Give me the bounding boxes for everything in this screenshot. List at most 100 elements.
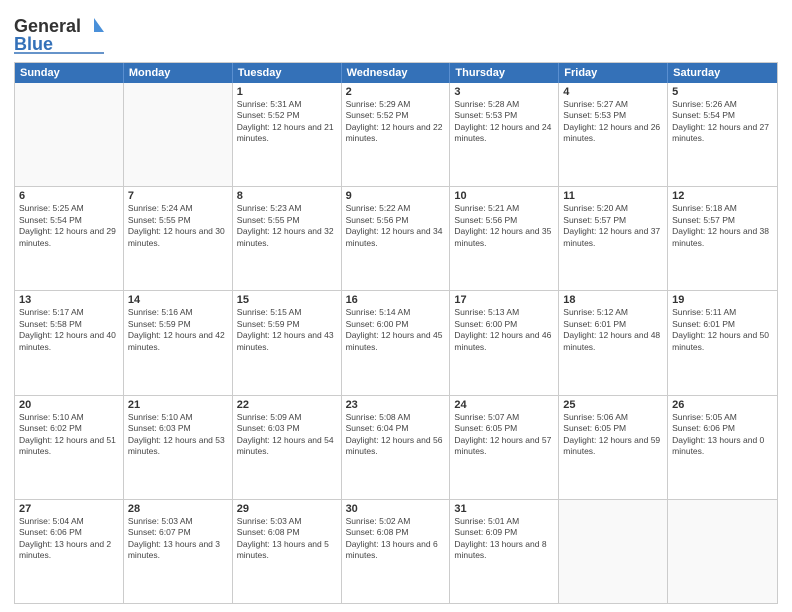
day-number: 20 [19, 399, 119, 411]
calendar-day-14: 14Sunrise: 5:16 AM Sunset: 5:59 PM Dayli… [124, 291, 233, 394]
day-info: Sunrise: 5:12 AM Sunset: 6:01 PM Dayligh… [563, 307, 663, 353]
calendar-header: SundayMondayTuesdayWednesdayThursdayFrid… [15, 63, 777, 83]
day-info: Sunrise: 5:27 AM Sunset: 5:53 PM Dayligh… [563, 99, 663, 145]
day-number: 9 [346, 190, 446, 202]
day-number: 25 [563, 399, 663, 411]
calendar: SundayMondayTuesdayWednesdayThursdayFrid… [14, 62, 778, 604]
header-day-friday: Friday [559, 63, 668, 83]
day-number: 21 [128, 399, 228, 411]
calendar-day-17: 17Sunrise: 5:13 AM Sunset: 6:00 PM Dayli… [450, 291, 559, 394]
calendar-day-empty [124, 83, 233, 186]
day-info: Sunrise: 5:29 AM Sunset: 5:52 PM Dayligh… [346, 99, 446, 145]
calendar-day-26: 26Sunrise: 5:05 AM Sunset: 6:06 PM Dayli… [668, 396, 777, 499]
day-number: 29 [237, 503, 337, 515]
header-day-sunday: Sunday [15, 63, 124, 83]
logo-svg: General Blue [14, 10, 104, 56]
day-info: Sunrise: 5:03 AM Sunset: 6:07 PM Dayligh… [128, 516, 228, 562]
day-number: 27 [19, 503, 119, 515]
calendar-day-20: 20Sunrise: 5:10 AM Sunset: 6:02 PM Dayli… [15, 396, 124, 499]
day-info: Sunrise: 5:18 AM Sunset: 5:57 PM Dayligh… [672, 203, 773, 249]
day-info: Sunrise: 5:17 AM Sunset: 5:58 PM Dayligh… [19, 307, 119, 353]
calendar-day-3: 3Sunrise: 5:28 AM Sunset: 5:53 PM Daylig… [450, 83, 559, 186]
calendar-day-11: 11Sunrise: 5:20 AM Sunset: 5:57 PM Dayli… [559, 187, 668, 290]
day-info: Sunrise: 5:26 AM Sunset: 5:54 PM Dayligh… [672, 99, 773, 145]
day-info: Sunrise: 5:16 AM Sunset: 5:59 PM Dayligh… [128, 307, 228, 353]
day-info: Sunrise: 5:10 AM Sunset: 6:03 PM Dayligh… [128, 412, 228, 458]
calendar-day-7: 7Sunrise: 5:24 AM Sunset: 5:55 PM Daylig… [124, 187, 233, 290]
day-number: 4 [563, 86, 663, 98]
day-number: 10 [454, 190, 554, 202]
calendar-day-25: 25Sunrise: 5:06 AM Sunset: 6:05 PM Dayli… [559, 396, 668, 499]
calendar-week-3: 13Sunrise: 5:17 AM Sunset: 5:58 PM Dayli… [15, 290, 777, 394]
day-number: 15 [237, 294, 337, 306]
day-info: Sunrise: 5:09 AM Sunset: 6:03 PM Dayligh… [237, 412, 337, 458]
calendar-day-15: 15Sunrise: 5:15 AM Sunset: 5:59 PM Dayli… [233, 291, 342, 394]
header-day-thursday: Thursday [450, 63, 559, 83]
page: General Blue SundayMondayTuesdayWednesda… [0, 0, 792, 612]
day-number: 31 [454, 503, 554, 515]
day-number: 6 [19, 190, 119, 202]
day-number: 8 [237, 190, 337, 202]
calendar-day-29: 29Sunrise: 5:03 AM Sunset: 6:08 PM Dayli… [233, 500, 342, 603]
day-info: Sunrise: 5:13 AM Sunset: 6:00 PM Dayligh… [454, 307, 554, 353]
day-info: Sunrise: 5:11 AM Sunset: 6:01 PM Dayligh… [672, 307, 773, 353]
day-number: 24 [454, 399, 554, 411]
day-number: 18 [563, 294, 663, 306]
calendar-day-6: 6Sunrise: 5:25 AM Sunset: 5:54 PM Daylig… [15, 187, 124, 290]
calendar-day-empty [559, 500, 668, 603]
day-number: 22 [237, 399, 337, 411]
day-info: Sunrise: 5:24 AM Sunset: 5:55 PM Dayligh… [128, 203, 228, 249]
day-info: Sunrise: 5:06 AM Sunset: 6:05 PM Dayligh… [563, 412, 663, 458]
day-number: 2 [346, 86, 446, 98]
calendar-day-5: 5Sunrise: 5:26 AM Sunset: 5:54 PM Daylig… [668, 83, 777, 186]
calendar-day-10: 10Sunrise: 5:21 AM Sunset: 5:56 PM Dayli… [450, 187, 559, 290]
day-number: 13 [19, 294, 119, 306]
svg-text:General: General [14, 16, 81, 36]
calendar-day-31: 31Sunrise: 5:01 AM Sunset: 6:09 PM Dayli… [450, 500, 559, 603]
calendar-day-28: 28Sunrise: 5:03 AM Sunset: 6:07 PM Dayli… [124, 500, 233, 603]
day-number: 7 [128, 190, 228, 202]
calendar-day-22: 22Sunrise: 5:09 AM Sunset: 6:03 PM Dayli… [233, 396, 342, 499]
calendar-day-12: 12Sunrise: 5:18 AM Sunset: 5:57 PM Dayli… [668, 187, 777, 290]
calendar-week-1: 1Sunrise: 5:31 AM Sunset: 5:52 PM Daylig… [15, 83, 777, 186]
calendar-body: 1Sunrise: 5:31 AM Sunset: 5:52 PM Daylig… [15, 83, 777, 603]
day-number: 28 [128, 503, 228, 515]
calendar-day-13: 13Sunrise: 5:17 AM Sunset: 5:58 PM Dayli… [15, 291, 124, 394]
day-info: Sunrise: 5:28 AM Sunset: 5:53 PM Dayligh… [454, 99, 554, 145]
day-info: Sunrise: 5:02 AM Sunset: 6:08 PM Dayligh… [346, 516, 446, 562]
calendar-day-4: 4Sunrise: 5:27 AM Sunset: 5:53 PM Daylig… [559, 83, 668, 186]
day-info: Sunrise: 5:10 AM Sunset: 6:02 PM Dayligh… [19, 412, 119, 458]
day-number: 30 [346, 503, 446, 515]
calendar-week-4: 20Sunrise: 5:10 AM Sunset: 6:02 PM Dayli… [15, 395, 777, 499]
calendar-day-empty [15, 83, 124, 186]
day-info: Sunrise: 5:01 AM Sunset: 6:09 PM Dayligh… [454, 516, 554, 562]
header: General Blue [14, 10, 778, 56]
day-number: 26 [672, 399, 773, 411]
day-number: 1 [237, 86, 337, 98]
calendar-day-24: 24Sunrise: 5:07 AM Sunset: 6:05 PM Dayli… [450, 396, 559, 499]
day-number: 16 [346, 294, 446, 306]
day-info: Sunrise: 5:05 AM Sunset: 6:06 PM Dayligh… [672, 412, 773, 458]
day-info: Sunrise: 5:14 AM Sunset: 6:00 PM Dayligh… [346, 307, 446, 353]
day-info: Sunrise: 5:15 AM Sunset: 5:59 PM Dayligh… [237, 307, 337, 353]
calendar-day-23: 23Sunrise: 5:08 AM Sunset: 6:04 PM Dayli… [342, 396, 451, 499]
day-info: Sunrise: 5:03 AM Sunset: 6:08 PM Dayligh… [237, 516, 337, 562]
calendar-week-2: 6Sunrise: 5:25 AM Sunset: 5:54 PM Daylig… [15, 186, 777, 290]
day-number: 11 [563, 190, 663, 202]
day-info: Sunrise: 5:04 AM Sunset: 6:06 PM Dayligh… [19, 516, 119, 562]
calendar-day-27: 27Sunrise: 5:04 AM Sunset: 6:06 PM Dayli… [15, 500, 124, 603]
day-number: 12 [672, 190, 773, 202]
calendar-day-19: 19Sunrise: 5:11 AM Sunset: 6:01 PM Dayli… [668, 291, 777, 394]
day-info: Sunrise: 5:08 AM Sunset: 6:04 PM Dayligh… [346, 412, 446, 458]
day-number: 19 [672, 294, 773, 306]
calendar-day-2: 2Sunrise: 5:29 AM Sunset: 5:52 PM Daylig… [342, 83, 451, 186]
calendar-week-5: 27Sunrise: 5:04 AM Sunset: 6:06 PM Dayli… [15, 499, 777, 603]
logo: General Blue [14, 10, 104, 56]
day-info: Sunrise: 5:07 AM Sunset: 6:05 PM Dayligh… [454, 412, 554, 458]
header-day-wednesday: Wednesday [342, 63, 451, 83]
day-number: 23 [346, 399, 446, 411]
calendar-day-16: 16Sunrise: 5:14 AM Sunset: 6:00 PM Dayli… [342, 291, 451, 394]
day-info: Sunrise: 5:21 AM Sunset: 5:56 PM Dayligh… [454, 203, 554, 249]
header-day-saturday: Saturday [668, 63, 777, 83]
calendar-day-18: 18Sunrise: 5:12 AM Sunset: 6:01 PM Dayli… [559, 291, 668, 394]
